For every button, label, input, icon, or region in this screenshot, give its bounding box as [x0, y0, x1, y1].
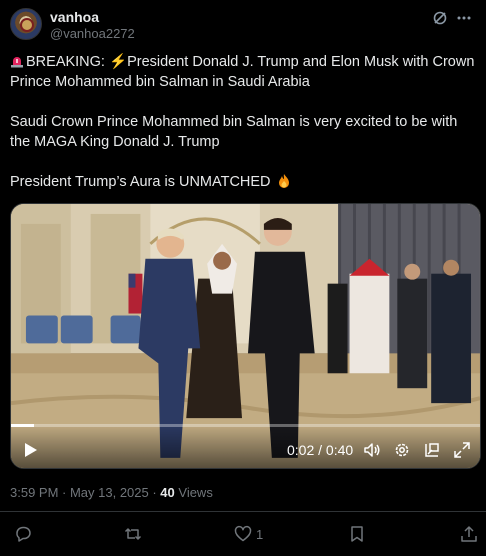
tweet-paragraph-2: Saudi Crown Prince Mohammed bin Salman i…: [10, 114, 458, 150]
video-player[interactable]: 0:02 / 0:40: [10, 203, 481, 469]
tweet-text: BREAKING: ⚡President Donald J. Trump and…: [10, 52, 476, 192]
pip-icon[interactable]: [423, 441, 441, 459]
header-actions: [432, 10, 472, 26]
avatar[interactable]: [10, 8, 42, 40]
video-progress-fill: [11, 424, 35, 427]
bookmark-button[interactable]: [348, 524, 366, 544]
play-icon[interactable]: [21, 441, 39, 459]
reply-button[interactable]: [14, 524, 32, 544]
timestamp[interactable]: 3:59 PM · May 13, 2025 ·: [10, 485, 160, 500]
bookmark-icon: [351, 526, 363, 542]
heart-icon: [234, 525, 252, 542]
like-count: 1: [256, 526, 264, 542]
tweet-meta: 3:59 PM · May 13, 2025 · 40 Views: [10, 485, 213, 500]
more-icon[interactable]: [456, 10, 472, 26]
avatar-emblem: [20, 18, 34, 32]
bolt-emoji-icon: ⚡: [109, 54, 128, 70]
video-progress-bar[interactable]: [11, 424, 480, 427]
video-time: 0:02 / 0:40: [287, 442, 354, 458]
divider: [0, 511, 486, 512]
fire-emoji-icon: [278, 174, 289, 188]
volume-icon[interactable]: [363, 441, 381, 459]
action-bar: 1: [0, 522, 486, 548]
tweet-header: vanhoa @vanhoa2272: [10, 6, 476, 42]
author-name[interactable]: vanhoa: [50, 9, 99, 25]
like-button[interactable]: 1: [234, 524, 263, 544]
gear-icon[interactable]: [393, 441, 411, 459]
retweet-button[interactable]: [124, 524, 142, 544]
tweet-card: vanhoa @vanhoa2272 BREAKING: ⚡President …: [0, 0, 486, 556]
grok-icon[interactable]: [432, 10, 448, 26]
tweet-paragraph-3: President Trump’s Aura is UNMATCHED: [10, 172, 476, 192]
retweet-icon: [124, 528, 142, 540]
views-label: Views: [174, 485, 213, 500]
share-button[interactable]: [460, 524, 478, 544]
fullscreen-icon[interactable]: [453, 441, 471, 459]
views-count: 40: [160, 485, 175, 500]
tweet-paragraph-1: BREAKING: ⚡President Donald J. Trump and…: [10, 52, 476, 92]
siren-emoji-icon: [11, 57, 23, 68]
author-handle[interactable]: @vanhoa2272: [50, 26, 135, 41]
reply-icon: [16, 526, 31, 542]
share-icon: [461, 526, 477, 542]
breaking-label: BREAKING:: [26, 54, 109, 70]
aura-text: President Trump’s Aura is UNMATCHED: [10, 174, 275, 190]
